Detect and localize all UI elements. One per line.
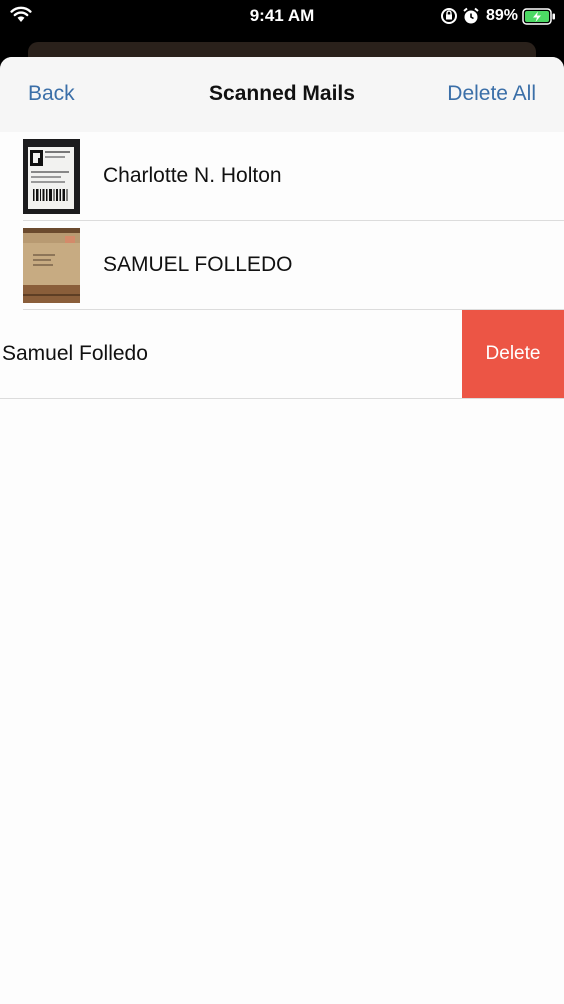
battery-percentage: 89% [485,7,518,24]
back-button[interactable]: Back [28,82,75,106]
status-right-group: 89% [440,6,556,26]
scanned-mails-sheet: Back Scanned Mails Delete All Charlotte … [0,57,564,1004]
mail-recipient-name: Charlotte N. Holton [103,164,282,187]
alarm-icon [463,7,479,24]
mail-recipient-name: SAMUEL FOLLEDO [103,253,293,276]
delete-all-button[interactable]: Delete All [447,82,536,106]
shipping-label-thumbnail [23,139,80,214]
envelope-thumbnail [23,228,80,303]
mail-row-swiped[interactable]: Samuel Folledo Delete [0,310,564,399]
mail-row[interactable]: SAMUEL FOLLEDO [0,221,564,310]
mail-row[interactable]: Charlotte N. Holton [0,132,564,221]
delete-row-button[interactable]: Delete [462,310,564,398]
battery-charging-icon [522,7,555,25]
row-separator [0,398,564,399]
orientation-lock-icon [440,8,457,24]
mail-recipient-name: Samuel Folledo [2,342,148,365]
navigation-bar: Back Scanned Mails Delete All [0,57,564,132]
status-bar: 9:41 AM 89% [0,0,564,34]
